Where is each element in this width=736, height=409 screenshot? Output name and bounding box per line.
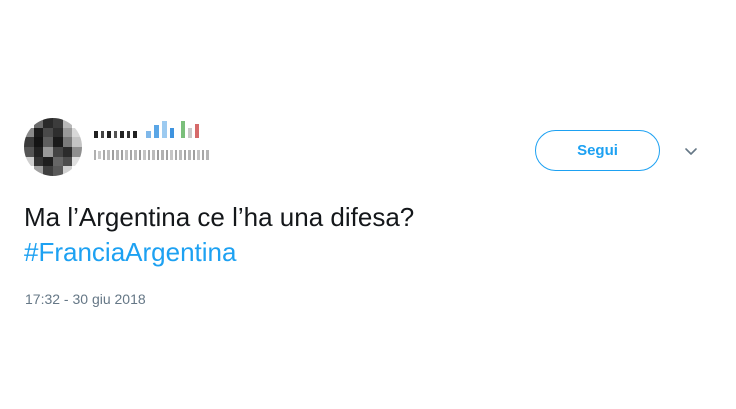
tweet-body: Ma l’Argentina ce l’ha una difesa? #Fran… <box>24 200 714 270</box>
pixelated-handle-block <box>193 150 195 160</box>
pixelated-handle-block <box>94 150 96 160</box>
pixelated-name-block <box>114 131 117 138</box>
pixelated-name-block <box>181 121 185 138</box>
pixelated-handle-block <box>125 150 128 160</box>
pixelated-handle-block <box>139 150 141 160</box>
follow-button[interactable]: Segui <box>535 130 660 171</box>
author-handle[interactable] <box>94 149 209 161</box>
pixelated-name-block <box>146 131 151 138</box>
pixelated-name-block <box>162 121 167 138</box>
pixelated-handle-block <box>188 150 191 160</box>
pixelated-handle-block <box>116 150 119 160</box>
pixelated-handle-block <box>98 151 101 159</box>
pixelated-handle-block <box>107 150 110 160</box>
pixelated-handle-block <box>143 150 146 160</box>
pixelated-name-block <box>120 131 124 138</box>
pixelated-handle-block <box>206 150 209 160</box>
pixelated-name-block <box>154 125 159 138</box>
pixelated-handle-block <box>121 150 123 160</box>
tweet-text: Ma l’Argentina ce l’ha una difesa? <box>24 202 415 232</box>
avatar[interactable] <box>24 118 82 176</box>
pixelated-name-block <box>170 128 174 138</box>
pixelated-handle-block <box>130 150 132 160</box>
pixelated-name-block <box>133 131 137 138</box>
chevron-down-icon[interactable] <box>683 143 699 159</box>
pixelated-name-block <box>107 131 111 138</box>
author-name[interactable] <box>94 120 199 138</box>
pixelated-handle-block <box>197 150 200 160</box>
pixelated-handle-block <box>148 150 150 160</box>
pixelated-handle-block <box>179 150 182 160</box>
pixelated-name-block <box>188 128 192 138</box>
pixelated-name-block <box>94 131 98 138</box>
pixelated-handle-block <box>175 150 177 160</box>
pixelated-handle-block <box>170 150 173 160</box>
pixelated-name-block <box>101 131 104 138</box>
pixelated-handle-block <box>161 150 164 160</box>
pixelated-handle-block <box>157 150 159 160</box>
pixelated-handle-block <box>134 150 137 160</box>
pixelated-name-block <box>127 131 130 138</box>
pixelated-handle-block <box>202 150 204 160</box>
pixelated-name-block <box>195 124 199 138</box>
hashtag-link[interactable]: #FranciaArgentina <box>24 235 714 270</box>
pixelated-handle-block <box>166 150 168 160</box>
tweet-timestamp[interactable]: 17:32 - 30 giu 2018 <box>25 291 146 307</box>
pixelated-handle-block <box>184 150 186 160</box>
pixelated-handle-block <box>152 150 155 160</box>
pixelated-handle-block <box>112 150 114 160</box>
pixelated-handle-block <box>103 150 105 160</box>
tweet-card: Segui Ma l’Argentina ce l’ha una difesa?… <box>0 0 736 409</box>
